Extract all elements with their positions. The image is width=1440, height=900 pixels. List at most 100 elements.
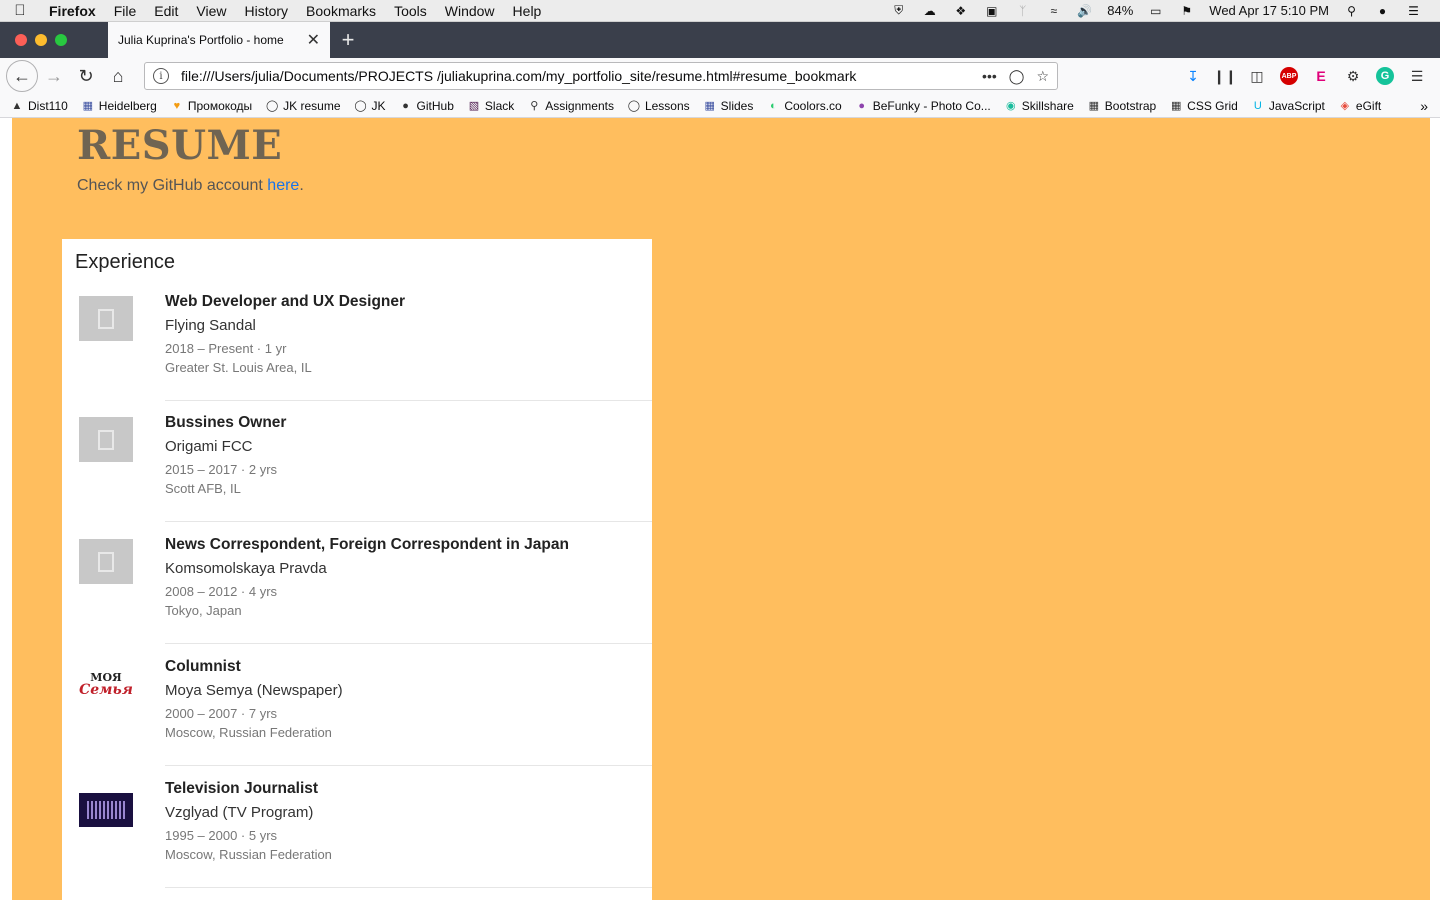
job-dates: 1995 – 2000 · 5 yrs [165, 828, 278, 843]
gift-icon: ◈ [1340, 100, 1350, 112]
github-period: . [299, 177, 304, 194]
close-tab-icon[interactable]: ✕ [307, 30, 320, 50]
bookmark-item[interactable]: ▦ Slides [703, 99, 753, 113]
flag-icon[interactable]: ⚑ [1178, 4, 1195, 18]
adblock-icon[interactable]: ABP [1280, 67, 1298, 85]
wifi-icon[interactable]: ≈ [1045, 4, 1062, 18]
menu-file[interactable]: File [105, 3, 146, 19]
spotlight-search-icon[interactable]: ⚲ [1343, 4, 1360, 18]
menu-history[interactable]: History [235, 3, 297, 19]
bookmark-item[interactable]: ▦ Heidelberg [81, 99, 157, 113]
url-text[interactable]: file:///Users/julia/Documents/PROJECTS /… [181, 68, 970, 84]
job-location: Moscow, Russian Federation [165, 847, 332, 862]
github-line: Check my GitHub account here. [77, 177, 304, 195]
bookmark-item[interactable]: ▦ CSS Grid [1169, 99, 1238, 113]
toolbar-right: ↧ ❙❙ ◫ ABP E ⚙ G ☰ [1184, 67, 1434, 85]
bookmark-item[interactable]: ♥ Промокоды [170, 99, 253, 113]
globe-icon: ◯ [354, 100, 367, 112]
grid-icon: ▦ [1170, 100, 1182, 112]
bookmarks-overflow-icon[interactable]: » [1420, 98, 1440, 114]
menu-window[interactable]: Window [436, 3, 504, 19]
calendar-icon: ▦ [704, 100, 715, 112]
palette-icon: ◐ [770, 99, 777, 112]
globe-icon: ◯ [266, 100, 279, 112]
job-title: Bussines Owner [165, 414, 287, 431]
bookmark-item[interactable]: ⚲ Assignments [527, 99, 614, 113]
extension-icon[interactable]: E [1312, 67, 1330, 85]
job-company: Flying Sandal [165, 317, 256, 334]
slack-icon: ▧ [468, 100, 480, 112]
battery-icon[interactable]: ▭ [1147, 4, 1164, 18]
dropbox-icon[interactable]: ❖ [952, 4, 969, 18]
zoom-window-button[interactable] [55, 34, 67, 46]
heart-icon: ♥ [173, 99, 181, 112]
menu-edit[interactable]: Edit [145, 3, 187, 19]
menu-view[interactable]: View [187, 3, 235, 19]
befunky-icon: ● [858, 99, 866, 112]
tab-title: Julia Kuprina's Portfolio - home [118, 33, 284, 47]
forward-button[interactable]: → [38, 60, 70, 92]
hamburger-menu-icon[interactable]: ☰ [1408, 67, 1426, 85]
pin-icon: ⚲ [530, 100, 539, 112]
job-title: Columnist [165, 658, 241, 675]
job-location: Moscow, Russian Federation [165, 725, 332, 740]
bookmark-item[interactable]: ● BeFunky - Photo Co... [855, 99, 990, 113]
pocket-icon[interactable]: ◯ [1009, 68, 1025, 85]
extension-gear-icon[interactable]: ⚙ [1344, 67, 1362, 85]
globe-icon: ◯ [627, 100, 641, 112]
menu-app[interactable]: Firefox [40, 3, 105, 19]
macos-menu-bar:  Firefox File Edit View History Bookmar… [0, 0, 1440, 22]
bookmark-item[interactable]: ● GitHub [399, 99, 454, 113]
menu-help[interactable]: Help [504, 3, 551, 19]
bluetooth-icon[interactable]: ᛉ [1014, 4, 1031, 18]
info-icon[interactable]: i [153, 68, 169, 84]
job-item: News Correspondent, Foreign Corresponden… [62, 522, 652, 644]
volume-icon[interactable]: 🔊 [1076, 4, 1093, 18]
siri-icon[interactable]: ● [1374, 4, 1391, 18]
grammarly-icon[interactable]: G [1376, 67, 1394, 85]
job-divider [165, 887, 652, 888]
display-icon[interactable]: ▣ [983, 4, 1000, 18]
creative-cloud-icon[interactable]: ☁ [921, 4, 938, 18]
home-button[interactable]: ⌂ [102, 60, 134, 92]
bookmark-item[interactable]: ▲ Dist110 [10, 99, 68, 113]
close-window-button[interactable] [15, 34, 27, 46]
bookmark-item[interactable]: ▦ Bootstrap [1087, 99, 1157, 113]
tab-active[interactable]: Julia Kuprina's Portfolio - home ✕ [108, 22, 330, 58]
bookmark-item[interactable]: ◯ JK [354, 99, 385, 113]
url-bar[interactable]: i file:///Users/julia/Documents/PROJECTS… [144, 62, 1058, 90]
bookmark-item[interactable]: ◯ JK resume [265, 99, 341, 113]
job-dates: 2015 – 2017 · 2 yrs [165, 462, 278, 477]
bookmark-item[interactable]: ◈ eGift [1338, 99, 1382, 113]
building-icon [98, 429, 114, 450]
minimize-window-button[interactable] [35, 34, 47, 46]
vzglyad-logo [79, 793, 133, 827]
reload-button[interactable]: ↻ [70, 60, 102, 92]
bookmark-item[interactable]: U JavaScript [1251, 99, 1325, 113]
bookmark-star-icon[interactable]: ☆ [1036, 68, 1049, 85]
bookmark-item[interactable]: ◯ Lessons [627, 99, 690, 113]
page-actions-icon[interactable]: ••• [982, 68, 997, 84]
experience-card: Experience Web Developer and UX Designer… [62, 239, 652, 900]
apple-menu-icon[interactable]:  [0, 2, 40, 19]
menu-tools[interactable]: Tools [385, 3, 436, 19]
job-title: News Correspondent, Foreign Corresponden… [165, 536, 569, 553]
job-dates: 2008 – 2012 · 4 yrs [165, 584, 278, 599]
nav-toolbar: ← → ↻ ⌂ i file:///Users/julia/Documents/… [0, 58, 1440, 94]
clock[interactable]: Wed Apr 17 5:10 PM [1209, 3, 1329, 18]
download-icon[interactable]: ↧ [1184, 67, 1202, 85]
github-link[interactable]: here [267, 177, 299, 194]
bookmark-item[interactable]: ◉ Skillshare [1004, 99, 1074, 113]
menu-bookmarks[interactable]: Bookmarks [297, 3, 385, 19]
library-icon[interactable]: ❙❙ [1213, 67, 1236, 85]
shield-icon[interactable]: ⛨ [890, 3, 907, 18]
sidebar-icon[interactable]: ◫ [1248, 67, 1266, 85]
bookmark-item[interactable]: ▧ Slack [467, 99, 515, 113]
bookmark-item[interactable]: ◐ Coolors.co [766, 99, 842, 113]
new-tab-button[interactable]: + [330, 22, 366, 58]
battery-percent[interactable]: 84% [1107, 3, 1133, 18]
landscape-icon: ▲ [11, 99, 23, 112]
notification-center-icon[interactable]: ☰ [1405, 4, 1422, 18]
back-button[interactable]: ← [6, 60, 38, 92]
bookmarks-bar: ▲ Dist110 ▦ Heidelberg ♥ Промокоды ◯ JK resu… [0, 94, 1440, 118]
